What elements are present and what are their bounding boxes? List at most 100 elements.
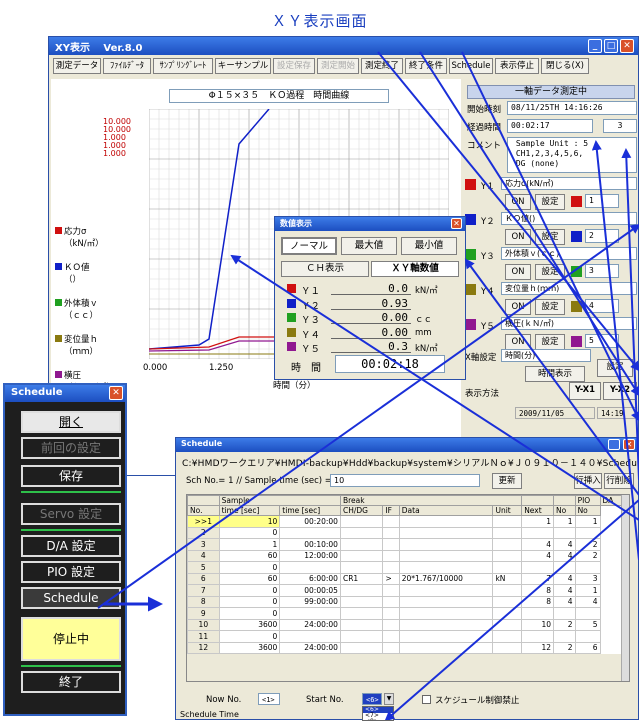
schedule-window-minimize-icon[interactable] — [608, 439, 620, 450]
table-cell[interactable] — [398, 561, 494, 574]
table-row[interactable]: 4 60 12:00:00 4 4 2 — [187, 549, 623, 562]
toolbar-button-10[interactable]: 閉じる(X) — [541, 58, 589, 74]
numeric-mode-tab-2[interactable]: 最小値 — [401, 237, 457, 255]
table-cell[interactable] — [279, 561, 341, 574]
table-cell[interactable]: 4 — [553, 595, 576, 608]
numeric-mode-tab-1[interactable]: 最大値 — [341, 237, 397, 255]
insert-row-button[interactable]: 行挿入 — [574, 473, 602, 489]
table-cell[interactable]: CR1 — [339, 572, 384, 585]
table-cell[interactable]: 8 — [521, 595, 555, 608]
table-cell[interactable] — [398, 618, 494, 631]
time-display-button[interactable]: 時間表示 — [525, 366, 585, 382]
close-icon[interactable]: ✕ — [620, 39, 634, 53]
channel-on-button-3[interactable]: ON — [505, 299, 531, 315]
table-row[interactable]: 3 1 00:10:00 4 4 2 — [187, 538, 623, 551]
table-cell[interactable] — [279, 526, 341, 539]
table-cell[interactable]: kN — [492, 572, 523, 585]
table-cell[interactable] — [398, 641, 494, 654]
table-cell[interactable]: 3600 — [218, 618, 281, 631]
table-cell[interactable] — [339, 538, 384, 551]
table-cell[interactable] — [574, 526, 601, 539]
table-cell[interactable]: 60 — [218, 549, 281, 562]
y-x1-button[interactable]: Y-X1 — [569, 382, 601, 400]
table-cell[interactable] — [339, 584, 384, 597]
toolbar-button-5[interactable]: 測定開始 — [317, 58, 359, 74]
table-cell[interactable] — [382, 515, 400, 528]
table-cell[interactable]: 0 — [218, 561, 281, 574]
channel-field-0[interactable]: 応力σ(kN/㎡) — [501, 177, 637, 190]
table-cell[interactable]: >>1 — [187, 515, 220, 528]
table-row[interactable]: 90 — [187, 607, 623, 620]
table-cell[interactable] — [339, 561, 384, 574]
table-cell[interactable]: 60 — [218, 572, 281, 585]
table-cell[interactable] — [382, 526, 400, 539]
schedule-control-checkbox[interactable] — [422, 695, 431, 704]
table-cell[interactable]: 4 — [187, 549, 220, 562]
table-scrollbar[interactable] — [621, 495, 629, 681]
table-cell[interactable] — [382, 630, 400, 643]
table-cell[interactable]: 4 — [553, 572, 576, 585]
table-cell[interactable] — [382, 584, 400, 597]
channel-on-button-2[interactable]: ON — [505, 264, 531, 280]
x-axis-set-button[interactable]: 設定 — [597, 359, 633, 377]
table-cell[interactable]: 00:00:05 — [279, 584, 341, 597]
table-cell[interactable] — [553, 630, 576, 643]
start-no-dropdown-icon[interactable]: ▼ — [384, 693, 394, 705]
table-cell[interactable] — [339, 630, 384, 643]
table-cell[interactable] — [382, 607, 400, 620]
schedule-panel-button-1[interactable]: 前回の設定 — [21, 437, 121, 459]
table-cell[interactable] — [382, 618, 400, 631]
table-cell[interactable] — [492, 595, 523, 608]
table-row[interactable]: 12 3600 24:00:00 12 2 6 — [187, 641, 623, 654]
toolbar-button-6[interactable]: 測定終了 — [361, 58, 403, 74]
channel-select-2[interactable]: 3 — [585, 264, 619, 278]
table-cell[interactable]: 00:20:00 — [279, 515, 341, 528]
table-cell[interactable]: 10 — [521, 618, 555, 631]
channel-set-button-2[interactable]: 設定 — [535, 264, 565, 280]
table-cell[interactable]: 6 — [574, 641, 601, 654]
table-cell[interactable]: 12 — [187, 641, 220, 654]
table-cell[interactable] — [553, 607, 576, 620]
table-cell[interactable] — [339, 641, 384, 654]
schedule-panel-button-6[interactable]: Schedule — [21, 587, 121, 609]
delete-row-button[interactable]: 行削除 — [604, 473, 634, 489]
table-cell[interactable] — [398, 526, 494, 539]
channel-on-button-0[interactable]: ON — [505, 194, 531, 210]
table-cell[interactable] — [492, 630, 523, 643]
table-cell[interactable]: 1 — [553, 515, 576, 528]
comment-field[interactable]: Sample Unit : 5 CH1,2,3,4,5,6, DG (none) — [507, 137, 637, 173]
numeric-close-icon[interactable]: ✕ — [451, 218, 462, 229]
channel-field-4[interactable]: 横圧(ｋＮ/㎡) — [501, 317, 637, 330]
channel-select-3[interactable]: 4 — [585, 299, 619, 313]
table-cell[interactable] — [492, 561, 523, 574]
table-cell[interactable]: 2 — [187, 526, 220, 539]
table-cell[interactable] — [339, 526, 384, 539]
channel-field-2[interactable]: 外体積ｖ(ｃｃ) — [501, 247, 637, 260]
toolbar-button-7[interactable]: 終了条件 — [405, 58, 447, 74]
table-cell[interactable] — [398, 515, 494, 528]
table-cell[interactable]: 0 — [218, 607, 281, 620]
channel-select-1[interactable]: 2 — [585, 229, 619, 243]
table-cell[interactable] — [398, 595, 494, 608]
table-cell[interactable]: 11 — [187, 630, 220, 643]
table-cell[interactable]: 6 — [187, 572, 220, 585]
table-cell[interactable]: 1 — [574, 515, 601, 528]
channel-set-button-1[interactable]: 設定 — [535, 229, 565, 245]
schedule-panel-button-0[interactable]: 開く — [21, 411, 121, 433]
table-cell[interactable] — [574, 630, 601, 643]
table-cell[interactable] — [492, 515, 523, 528]
table-cell[interactable]: 10 — [218, 515, 281, 528]
table-cell[interactable]: 2 — [553, 618, 576, 631]
table-cell[interactable] — [339, 549, 384, 562]
channel-color-select-1[interactable] — [571, 231, 582, 242]
schedule-window-close-icon[interactable]: ✕ — [623, 439, 635, 450]
schedule-panel-button-2[interactable]: 保存 — [21, 465, 121, 487]
schedule-panel-button-7[interactable]: 停止中 — [21, 617, 121, 661]
table-cell[interactable]: 2 — [574, 549, 601, 562]
table-cell[interactable] — [521, 526, 555, 539]
toolbar-button-4[interactable]: 設定保存 — [273, 58, 315, 74]
start-no-select[interactable]: <6> — [362, 693, 382, 705]
update-button[interactable]: 更新 — [492, 473, 522, 489]
table-cell[interactable] — [398, 630, 494, 643]
table-cell[interactable]: 12:00:00 — [279, 549, 341, 562]
